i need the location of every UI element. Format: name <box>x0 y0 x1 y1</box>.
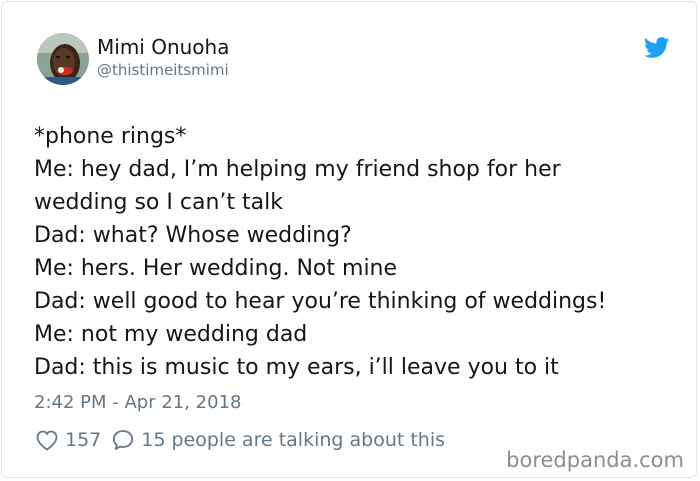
tweet-line: wedding so I can’t talk <box>34 190 283 215</box>
watermark: boredpanda.com <box>506 448 684 472</box>
tweet-line: Me: hers. Her wedding. Not mine <box>34 256 398 281</box>
tweet-line: *phone rings* <box>34 124 187 149</box>
display-name[interactable]: Mimi Onuoha <box>97 35 229 59</box>
tweet-card: Mimi Onuoha @thistimeitsmimi *phone ring… <box>1 1 697 478</box>
tweet-line: Dad: what? Whose wedding? <box>34 223 352 248</box>
talking-count[interactable]: 15 people are talking about this <box>141 429 445 451</box>
user-handle[interactable]: @thistimeitsmimi <box>97 61 229 79</box>
tweet-actions: 157 15 people are talking about this <box>35 426 445 454</box>
tweet-line: Dad: well good to hear you’re thinking o… <box>34 289 607 314</box>
heart-icon[interactable] <box>35 429 59 451</box>
tweet-line: Me: hey dad, I’m helping my friend shop … <box>34 157 561 182</box>
user-avatar-photo <box>37 33 89 85</box>
tweet-timestamp[interactable]: 2:42 PM - Apr 21, 2018 <box>34 391 241 415</box>
tweet-line: Dad: this is music to my ears, i’ll leav… <box>34 355 559 380</box>
tweet-text: *phone rings* Me: hey dad, I’m helping m… <box>34 120 684 384</box>
avatar[interactable] <box>37 33 89 85</box>
tweet-line: Me: not my wedding dad <box>34 322 308 347</box>
speech-bubble-icon[interactable] <box>111 428 135 452</box>
like-count[interactable]: 157 <box>65 429 101 451</box>
twitter-bird-icon[interactable] <box>644 37 670 59</box>
